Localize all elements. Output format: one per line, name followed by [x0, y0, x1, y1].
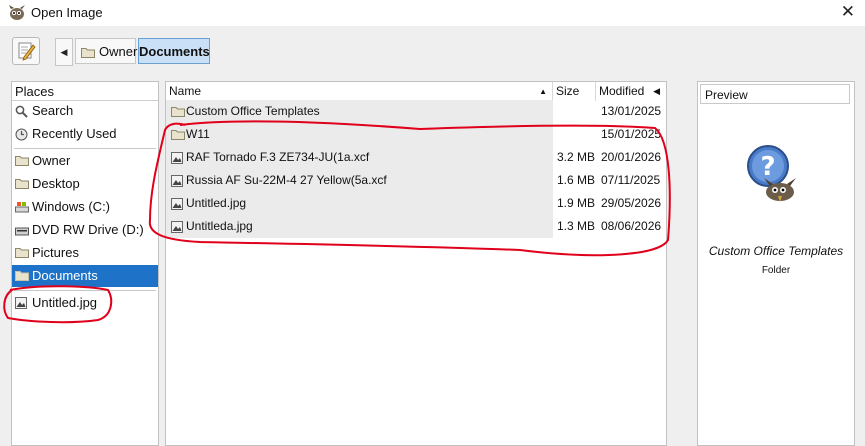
unknown-file-icon: ? [747, 145, 796, 202]
breadcrumb-documents[interactable]: Documents [138, 38, 210, 64]
file-modified: 08/06/2026 [601, 219, 662, 233]
file-modified: 20/01/2026 [601, 150, 662, 164]
window-title: Open Image [31, 5, 103, 20]
file-name: Untitleda.jpg [186, 219, 253, 233]
sidebar-item-label: Documents [32, 268, 98, 283]
folder-icon [15, 179, 29, 189]
sidebar-divider [14, 290, 156, 291]
type-location-button[interactable] [12, 37, 40, 65]
sidebar-item-pictures[interactable]: Pictures [12, 242, 158, 264]
sidebar-item-search[interactable]: Search [12, 100, 158, 122]
svg-text:?: ? [760, 152, 775, 182]
column-header-size[interactable]: Size [553, 82, 596, 101]
folder-icon [15, 248, 29, 258]
table-row[interactable]: W11 15/01/2025 [166, 123, 666, 146]
places-sidebar: Places Search Recently Used Owner Deskto… [11, 81, 159, 446]
sidebar-item-owner[interactable]: Owner [12, 150, 158, 172]
title-bar: Open Image ✕ [0, 0, 865, 26]
sidebar-item-label: Untitled.jpg [32, 295, 98, 310]
image-file-icon [171, 198, 183, 210]
column-scroll-icon: ◀ [653, 86, 660, 96]
dvd-icon [15, 227, 29, 236]
sidebar-item-desktop[interactable]: Desktop [12, 173, 158, 195]
table-row[interactable]: Custom Office Templates 13/01/2025 [166, 100, 666, 123]
preview-pane: Preview ? Custom Office Templates Folder [697, 81, 855, 446]
sidebar-item-label: Recently Used [32, 126, 117, 141]
folder-icon [15, 271, 29, 281]
path-scroll-left-button[interactable]: ◀ [55, 38, 73, 66]
table-row[interactable]: Russia AF Su-22M-4 27 Yellow(5a.xcf 1.6 … [166, 169, 666, 192]
file-name: Custom Office Templates [186, 104, 320, 118]
drive-icon [15, 202, 29, 213]
breadcrumb-owner[interactable]: Owner [75, 38, 138, 64]
file-size: 1.9 MB [557, 196, 596, 210]
column-header-modified[interactable]: Modified ◀ [596, 82, 664, 101]
search-icon [15, 105, 28, 118]
file-name: RAF Tornado F.3 ZE734-JU(1a.xcf [186, 150, 370, 164]
image-file-icon [171, 175, 183, 187]
preview-file-kind: Folder [761, 265, 791, 276]
column-header-label: Modified [599, 84, 645, 98]
sidebar-item-recently-used[interactable]: Recently Used [12, 123, 158, 145]
sidebar-item-label: Pictures [32, 245, 79, 260]
column-header-label: Size [556, 84, 580, 98]
column-header-label: Name [169, 84, 202, 98]
folder-icon [171, 130, 185, 140]
file-modified: 15/01/2025 [601, 127, 662, 141]
clock-icon [15, 128, 28, 141]
sidebar-item-dvd-drive[interactable]: DVD RW Drive (D:) [12, 219, 158, 241]
file-size: 1.6 MB [557, 173, 596, 187]
preview-file-name: Custom Office Templates [708, 244, 844, 258]
file-modified: 29/05/2026 [601, 196, 662, 210]
file-modified: 13/01/2025 [601, 104, 662, 118]
sidebar-item-label: Desktop [32, 176, 80, 191]
sort-ascending-icon: ▲ [539, 87, 547, 96]
folder-icon [15, 156, 29, 166]
file-size: 1.3 MB [557, 219, 596, 233]
sidebar-item-label: Search [32, 103, 74, 118]
location-toolbar: ◀ Owner Documents [0, 26, 865, 78]
pencil-icon [18, 42, 36, 61]
folder-icon [171, 107, 185, 117]
places-header: Places [15, 84, 55, 99]
file-modified: 07/11/2025 [601, 173, 661, 187]
image-file-icon [171, 221, 183, 233]
table-row[interactable]: Untitleda.jpg 1.3 MB 08/06/2026 [166, 215, 666, 238]
sidebar-divider [14, 148, 156, 149]
sidebar-item-windows-c[interactable]: Windows (C:) [12, 196, 158, 218]
column-header-name[interactable]: Name ▲ [166, 82, 553, 101]
sidebar-bookmark-untitled-jpg[interactable]: Untitled.jpg [12, 292, 158, 314]
folder-icon [81, 48, 95, 58]
file-name: W11 [186, 127, 210, 141]
file-size: 3.2 MB [557, 150, 596, 164]
table-row[interactable]: RAF Tornado F.3 ZE734-JU(1a.xcf 3.2 MB 2… [166, 146, 666, 169]
sidebar-item-label: DVD RW Drive (D:) [32, 222, 144, 237]
file-name: Russia AF Su-22M-4 27 Yellow(5a.xcf [186, 173, 387, 187]
image-file-icon [171, 152, 183, 164]
file-name: Untitled.jpg [186, 196, 247, 210]
file-list: Name ▲ Size Modified ◀ Custom Office Tem… [165, 81, 667, 446]
row-highlight [166, 123, 553, 146]
sidebar-item-label: Owner [32, 153, 71, 168]
breadcrumb-label: Owner [99, 44, 138, 59]
table-row[interactable]: Untitled.jpg 1.9 MB 29/05/2026 [166, 192, 666, 215]
gimp-icon [9, 5, 25, 20]
sidebar-item-label: Windows (C:) [32, 199, 111, 214]
preview-label[interactable]: Preview [700, 84, 850, 104]
sidebar-item-documents[interactable]: Documents [12, 265, 158, 287]
image-file-icon [15, 297, 27, 309]
close-icon[interactable]: ✕ [841, 2, 855, 22]
